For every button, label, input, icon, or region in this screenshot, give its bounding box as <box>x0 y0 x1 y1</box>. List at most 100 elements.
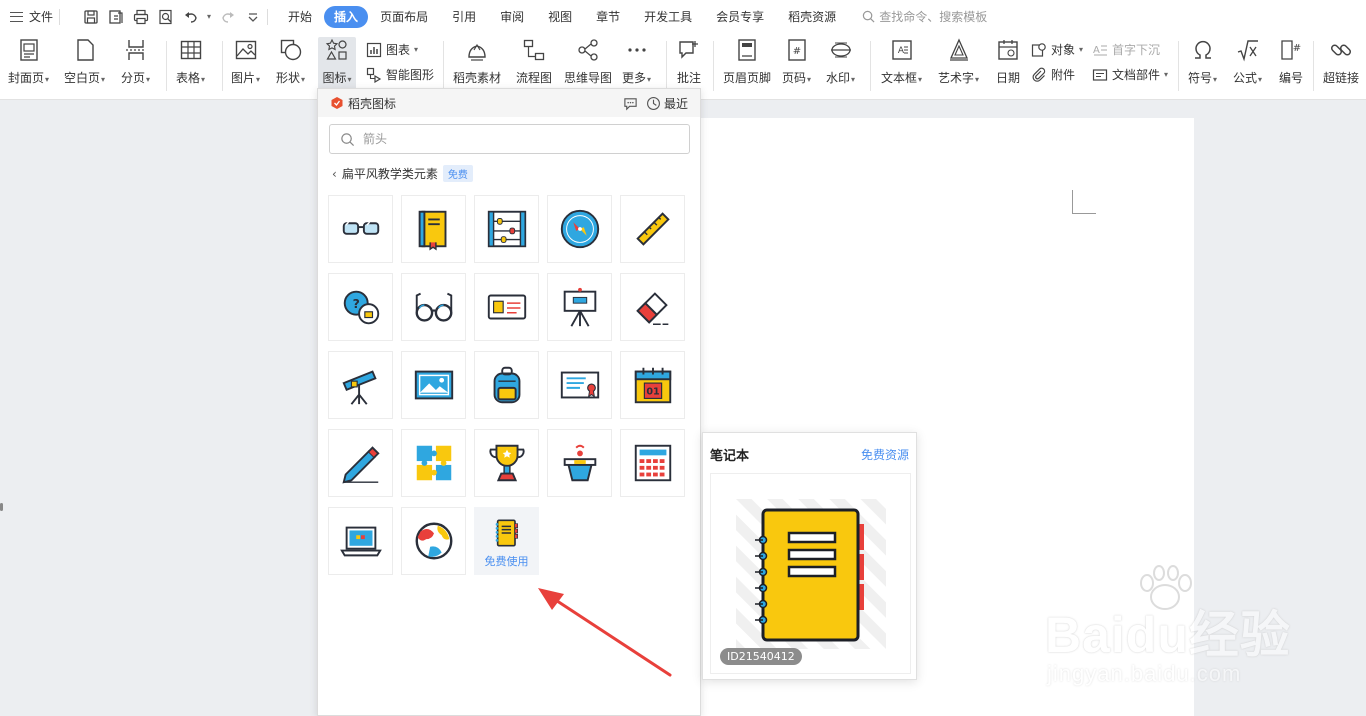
table-button[interactable]: 表格▾ <box>176 37 205 86</box>
tab-sections[interactable]: 章节 <box>584 6 632 28</box>
icon-tile-calendar[interactable]: 01 <box>620 351 685 419</box>
icon-tile-glasses[interactable] <box>328 195 393 263</box>
drop-cap-button[interactable]: A 首字下沉 <box>1092 41 1160 58</box>
icon-tile-certificate[interactable] <box>547 351 612 419</box>
clock-icon <box>647 97 660 110</box>
group-divider <box>666 41 667 91</box>
file-menu-label: 文件 <box>29 10 54 24</box>
category-breadcrumb[interactable]: ‹ 扁平风教学类元素 免费 <box>332 165 473 182</box>
free-resource-link[interactable]: 免费资源 <box>861 446 909 463</box>
icon-tile-round-glasses[interactable] <box>401 273 466 341</box>
panel-title: 稻壳图标 <box>348 96 397 111</box>
blank-page-button[interactable]: 空白页▾ <box>64 37 105 86</box>
icon-tile-calculator[interactable] <box>620 429 685 497</box>
comment-label: 批注 <box>676 71 701 85</box>
picture-button[interactable]: 图片▾ <box>231 37 260 86</box>
icon-tile-book[interactable] <box>401 195 466 263</box>
icon-tile-pencil[interactable] <box>328 429 393 497</box>
icon-tile-laptop[interactable] <box>328 507 393 575</box>
tab-page-layout[interactable]: 页面布局 <box>368 6 440 28</box>
icon-tile-podium[interactable] <box>547 429 612 497</box>
drop-cap-label: 首字下沉 <box>1112 43 1161 57</box>
object-button[interactable]: 对象 ▾ <box>1031 41 1083 58</box>
formula-label: 公式 <box>1233 71 1258 85</box>
icon-tile-id-card[interactable] <box>474 273 539 341</box>
free-use-label[interactable]: 免费使用 <box>485 553 529 569</box>
tab-developer[interactable]: 开发工具 <box>632 6 704 28</box>
file-menu[interactable]: 文件 <box>10 8 53 25</box>
feedback-icon[interactable] <box>623 96 638 111</box>
mindmap-icon <box>575 37 601 63</box>
preview-id-badge: ID21540412 <box>720 648 802 665</box>
icon-search-input[interactable] <box>363 132 663 146</box>
textbox-button[interactable]: A 文本框▾ <box>881 37 922 86</box>
comment-button[interactable]: 批注 <box>676 37 702 86</box>
formula-button[interactable]: 公式▾ <box>1233 37 1262 86</box>
print-icon[interactable] <box>132 8 149 25</box>
icon-tile-ruler[interactable] <box>620 195 685 263</box>
page-number-button[interactable]: # 页码▾ <box>782 37 811 86</box>
smart-graphic-label: 智能图形 <box>386 68 435 82</box>
customize-chevron-icon[interactable] <box>244 8 261 25</box>
icon-tile-compass[interactable] <box>547 195 612 263</box>
svg-text:?: ? <box>352 296 359 311</box>
tab-docer-resources[interactable]: 稻壳资源 <box>776 6 848 28</box>
icon-tile-globe[interactable] <box>401 507 466 575</box>
recent-button[interactable]: 最近 <box>646 95 688 112</box>
hyperlink-button[interactable]: 超链接 <box>1323 37 1359 86</box>
numbering-button[interactable]: # 编号 <box>1278 37 1304 86</box>
icon-search-box[interactable] <box>329 124 690 154</box>
icon-button[interactable]: 图标▾ <box>318 37 356 95</box>
chart-button[interactable]: 图表 ▾ <box>366 41 418 58</box>
icon-tile-chat[interactable]: ? <box>328 273 393 341</box>
print-preview-icon[interactable] <box>157 8 174 25</box>
wordart-button[interactable]: 艺术字▾ <box>938 37 979 86</box>
cover-page-button[interactable]: 封面页▾ <box>8 37 49 86</box>
shape-button[interactable]: 形状▾ <box>276 37 305 86</box>
smart-graphic-button[interactable]: 智能图形 <box>366 66 434 83</box>
icon-tile-abacus[interactable] <box>474 195 539 263</box>
textbox-icon: A <box>889 37 915 63</box>
chevron-left-icon[interactable]: ‹ <box>332 167 337 181</box>
icon-tile-eraser[interactable] <box>620 273 685 341</box>
more-button[interactable]: 更多▾ <box>622 37 651 86</box>
header-footer-button[interactable]: 页眉页脚 <box>723 37 771 86</box>
link-icon <box>1328 37 1354 63</box>
icon-tile-easel[interactable] <box>547 273 612 341</box>
annotation-arrow <box>538 588 672 677</box>
tab-view[interactable]: 视图 <box>536 6 584 28</box>
tab-member[interactable]: 会员专享 <box>704 6 776 28</box>
paperclip-icon <box>1032 67 1046 82</box>
icon-tile-picture[interactable] <box>401 351 466 419</box>
tab-review[interactable]: 审阅 <box>488 6 536 28</box>
header-footer-label: 页眉页脚 <box>723 71 772 85</box>
icon-tile-telescope[interactable] <box>328 351 393 419</box>
icon-tile-trophy[interactable] <box>474 429 539 497</box>
symbol-button[interactable]: 符号▾ <box>1188 37 1217 86</box>
tab-references[interactable]: 引用 <box>440 6 488 28</box>
flowchart-button[interactable]: 流程图 <box>516 37 552 86</box>
undo-dropdown-icon[interactable]: ▾ <box>207 12 211 21</box>
icon-tile-puzzle[interactable] <box>401 429 466 497</box>
tab-home[interactable]: 开始 <box>276 6 324 28</box>
tab-insert[interactable]: 插入 <box>324 5 369 28</box>
watermark-button[interactable]: 水印▾ <box>826 37 855 86</box>
mindmap-button[interactable]: 思维导图 <box>564 37 612 86</box>
page-break-button[interactable]: 分页▾ <box>121 37 150 86</box>
category-label: 扁平风教学类元素 <box>341 167 438 181</box>
icon-tile-notebook[interactable]: 免费使用 <box>474 507 539 575</box>
menu-bar: 文件 ▾ 开始 插入 页面布局 引用 审阅 视图 章节 开发工具 会员专享 稻壳… <box>0 0 1366 33</box>
icon-tile-backpack[interactable] <box>474 351 539 419</box>
undo-icon[interactable] <box>182 8 199 25</box>
save-icon[interactable] <box>82 8 99 25</box>
attachment-button[interactable]: 附件 <box>1031 66 1075 83</box>
calendar-icon <box>995 37 1021 63</box>
doc-parts-button[interactable]: 文档部件 ▾ <box>1092 66 1168 83</box>
redo-icon[interactable] <box>219 8 236 25</box>
command-search[interactable]: 查找命令、搜索模板 <box>862 8 987 25</box>
export-pdf-icon[interactable] <box>107 8 124 25</box>
icon-label: 图标 <box>322 71 347 85</box>
docer-material-button[interactable]: 稻壳素材 <box>453 37 501 86</box>
svg-text:A: A <box>897 46 904 56</box>
date-button[interactable]: 日期 <box>995 37 1021 86</box>
